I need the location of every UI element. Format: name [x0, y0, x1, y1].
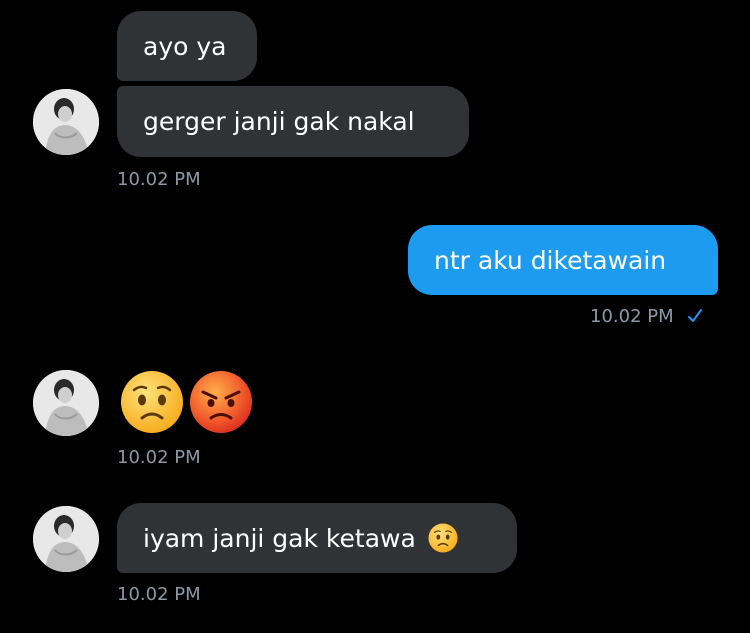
- worried-face-emoji: [428, 523, 458, 553]
- user-avatar-image: [33, 506, 99, 572]
- avatar[interactable]: [33, 506, 99, 572]
- message-text: iyam janji gak ketawa: [143, 523, 416, 553]
- user-avatar-image: [33, 370, 99, 436]
- message-bubble-incoming[interactable]: iyam janji gak ketawa: [117, 503, 517, 573]
- message-bubble-incoming[interactable]: gerger janji gak nakal: [117, 86, 469, 157]
- read-check-icon: [688, 309, 703, 322]
- message-text: ntr aku diketawain: [434, 245, 667, 275]
- avatar[interactable]: [33, 89, 99, 155]
- message-timestamp: 10.02 PM: [590, 306, 674, 327]
- message-timestamp-row: 10.02 PM: [590, 308, 703, 326]
- message-bubble-incoming[interactable]: ayo ya: [117, 11, 257, 81]
- message-timestamp: 10.02 PM: [117, 447, 201, 468]
- message-bubble-outgoing[interactable]: ntr aku diketawain: [408, 225, 718, 295]
- message-timestamp: 10.02 PM: [117, 584, 201, 605]
- message-text: gerger janji gak nakal: [143, 107, 415, 136]
- user-avatar-image: [33, 89, 99, 155]
- message-timestamp: 10.02 PM: [117, 169, 201, 190]
- worried-face-emoji[interactable]: [120, 370, 184, 434]
- message-text: ayo ya: [143, 31, 227, 61]
- avatar[interactable]: [33, 370, 99, 436]
- angry-face-emoji[interactable]: [189, 370, 253, 434]
